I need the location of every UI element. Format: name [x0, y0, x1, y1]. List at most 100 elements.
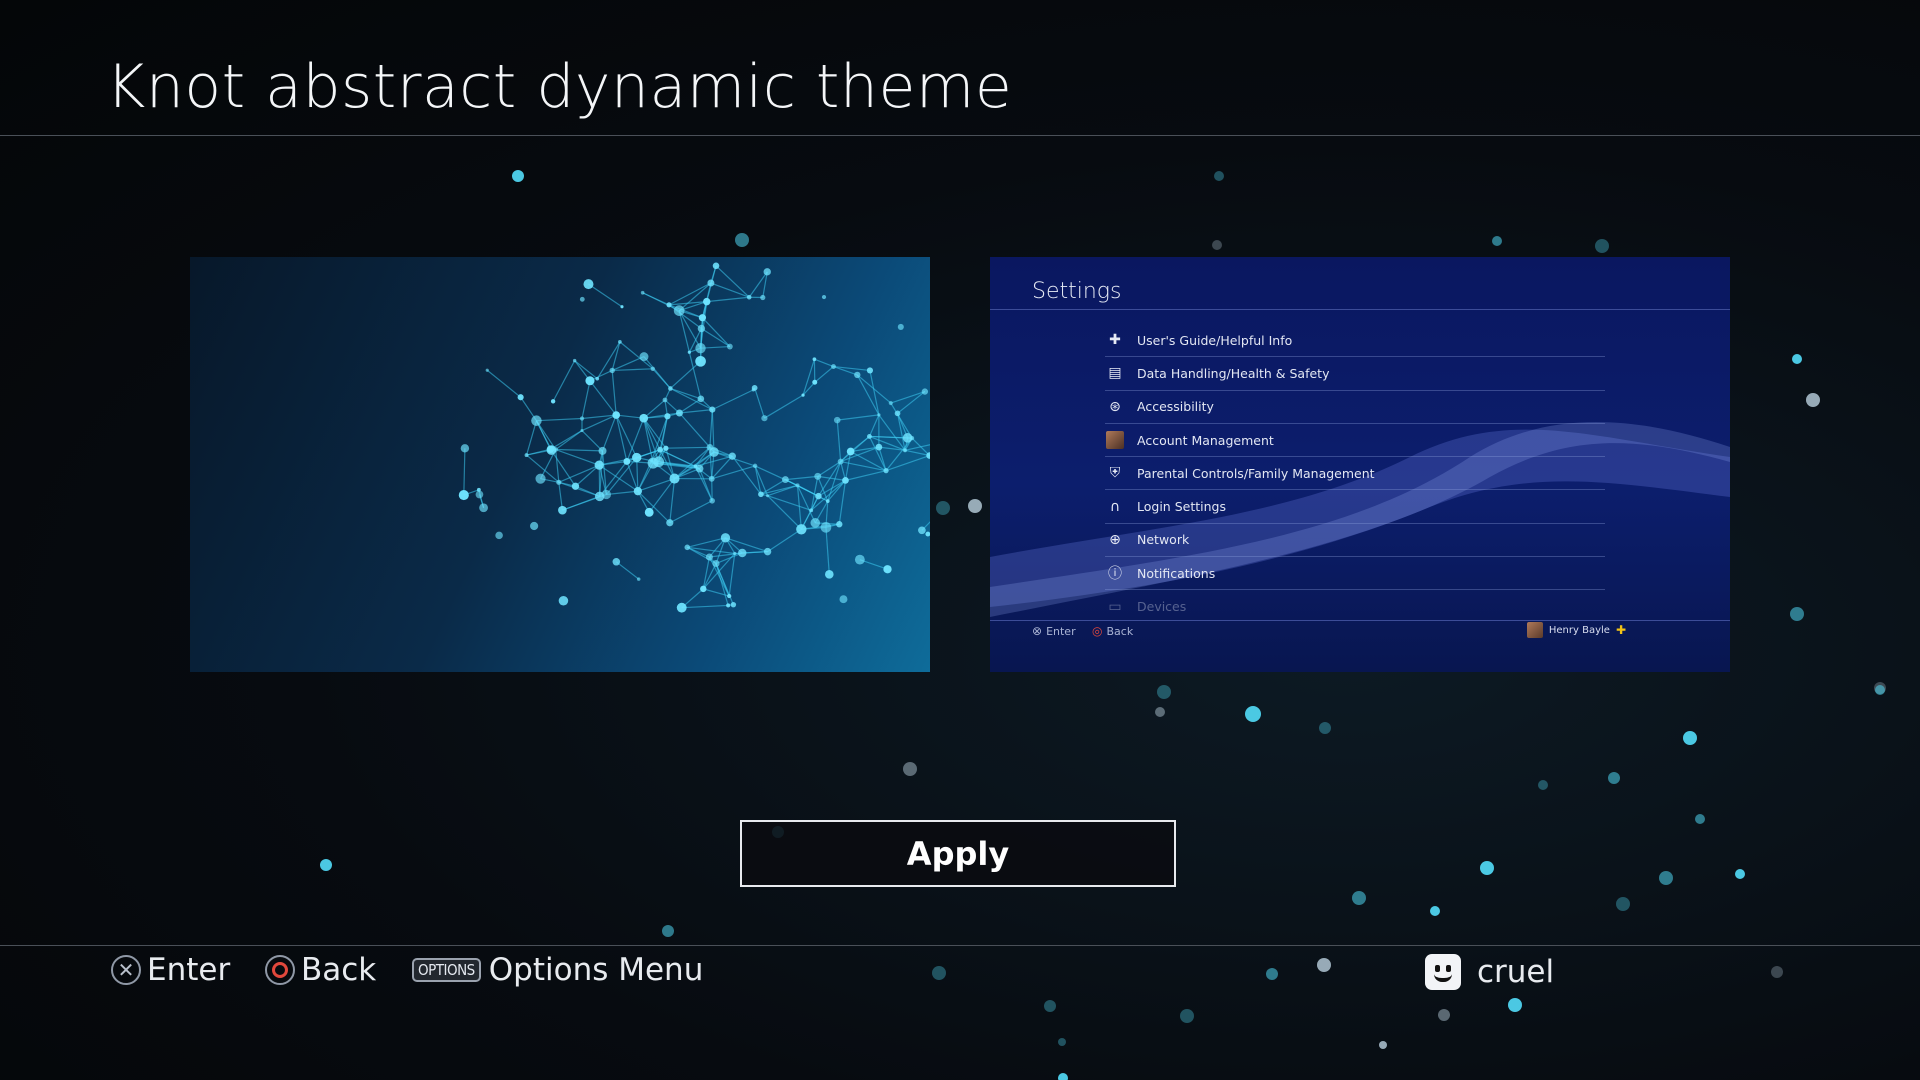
knot-node — [535, 473, 546, 484]
knot-edge — [670, 387, 713, 411]
knot-network-graphic — [458, 262, 930, 613]
knot-node — [558, 596, 569, 606]
apply-button[interactable]: Apply — [740, 820, 1176, 887]
knot-edge — [575, 464, 600, 487]
knot-node — [598, 446, 607, 455]
knot-edge — [728, 553, 736, 597]
knot-edge — [486, 369, 522, 398]
circle-button-icon — [265, 955, 295, 985]
knot-edge — [715, 265, 750, 298]
users-guide-icon: ✚ — [1109, 332, 1121, 349]
knot-edge — [589, 380, 617, 416]
knot-node — [530, 521, 539, 531]
knot-node — [632, 452, 642, 463]
settings-item-label: Data Handling/Health & Safety — [1137, 365, 1330, 381]
particle — [1790, 607, 1804, 621]
user-avatar — [1526, 622, 1543, 638]
knot-edge — [611, 356, 645, 371]
settings-item-label: User's Guide/Helpful Info — [1137, 332, 1293, 348]
particle — [1874, 682, 1886, 694]
particle — [1155, 707, 1165, 717]
knot-node — [595, 376, 600, 381]
knot-node — [812, 379, 818, 385]
knot-node — [666, 302, 672, 308]
knot-node — [479, 503, 488, 513]
settings-footer-enter-label: Enter — [1046, 624, 1076, 638]
particle — [968, 499, 982, 513]
accessibility-icon: ⊛ — [1109, 398, 1121, 415]
knot-node — [894, 410, 901, 417]
knot-node — [579, 296, 585, 302]
knot-node — [795, 483, 800, 488]
knot-node — [695, 342, 706, 354]
knot-node — [517, 394, 524, 401]
particle — [1044, 1000, 1056, 1012]
knot-edge — [706, 296, 750, 303]
knot-edge — [648, 478, 676, 513]
knot-node — [728, 452, 736, 460]
particle — [1683, 731, 1697, 745]
knot-node — [697, 395, 705, 403]
knot-edge — [670, 387, 702, 400]
knot-edge — [588, 283, 623, 308]
knot-node — [877, 413, 881, 417]
knot-edge — [552, 360, 576, 402]
knot-node — [706, 444, 714, 451]
knot-edge — [555, 448, 603, 452]
settings-title: Settings — [1032, 279, 1122, 304]
knot-edge — [669, 360, 701, 389]
particle — [1214, 171, 1224, 181]
notifications-info-icon: ⓘ — [1108, 566, 1122, 583]
particle — [1659, 871, 1673, 885]
knot-edge — [681, 604, 729, 609]
knot-node — [875, 443, 883, 451]
knot-node — [579, 416, 585, 421]
particle — [1212, 240, 1222, 250]
hint-back: Back — [265, 952, 376, 988]
knot-edge — [612, 368, 653, 372]
knot-node — [687, 350, 691, 354]
settings-footer-back: ◎ Back — [1092, 624, 1133, 638]
particle — [735, 233, 749, 247]
knot-node — [867, 434, 872, 439]
knot-edge — [712, 389, 754, 411]
knot-edge — [611, 370, 617, 416]
knot-edge — [868, 414, 880, 437]
knot-node — [633, 487, 642, 496]
particle — [1538, 780, 1548, 790]
knot-node — [666, 519, 674, 527]
knot-node — [752, 463, 758, 469]
knot-node — [636, 577, 641, 581]
options-button-icon: OPTIONS — [412, 958, 481, 982]
knot-node — [814, 472, 822, 480]
knot-node — [531, 415, 542, 426]
knot-edge — [581, 380, 591, 419]
knot-edge — [525, 420, 538, 456]
knot-node — [883, 565, 892, 574]
knot-edge — [760, 479, 786, 495]
knot-edge — [836, 420, 842, 462]
knot-node — [763, 268, 771, 276]
knot-edge — [615, 561, 640, 580]
devices-icon: ▭ — [1108, 598, 1122, 615]
particle — [1317, 958, 1331, 972]
settings-item-label: Account Management — [1137, 432, 1274, 448]
hint-back-label: Back — [301, 952, 377, 988]
parental-controls-icon: ⛨ — [1109, 465, 1121, 482]
knot-edge — [581, 430, 603, 452]
knot-node — [650, 366, 655, 371]
knot-node — [839, 595, 848, 604]
settings-item-notifications: ⓘ Notifications — [1105, 557, 1605, 591]
knot-node — [842, 476, 849, 484]
knot-edge — [840, 446, 880, 463]
knot-node — [639, 413, 649, 423]
settings-item-label: Parental Controls/Family Management — [1137, 465, 1375, 481]
knot-node — [812, 357, 817, 362]
settings-item-devices: ▭ Devices — [1105, 590, 1605, 622]
page-title: Knot abstract dynamic theme — [106, 52, 1013, 122]
knot-edge — [665, 446, 710, 449]
knot-node — [866, 367, 874, 374]
knot-node — [720, 533, 731, 543]
knot-node — [644, 507, 654, 517]
knot-node — [801, 393, 805, 397]
